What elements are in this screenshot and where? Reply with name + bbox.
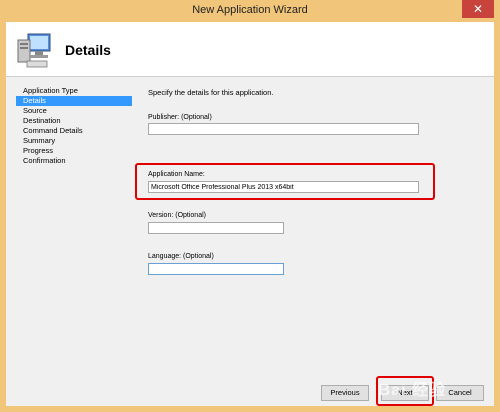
- title-bar: New Application Wizard ✕: [0, 0, 500, 22]
- nav-step-destination[interactable]: Destination: [16, 116, 132, 126]
- language-input[interactable]: [148, 263, 284, 275]
- language-label: Language: (Optional): [148, 253, 214, 260]
- nav-step-progress[interactable]: Progress: [16, 146, 132, 156]
- nav-step-summary[interactable]: Summary: [16, 136, 132, 146]
- close-button[interactable]: ✕: [462, 0, 494, 18]
- watermark: Bai 经验: [378, 382, 446, 399]
- page-title: Details: [65, 42, 111, 58]
- nav-step-details[interactable]: Details: [16, 96, 132, 106]
- version-label: Version: (Optional): [148, 212, 206, 219]
- previous-button[interactable]: Previous: [321, 385, 369, 401]
- application-name-input[interactable]: [148, 181, 419, 193]
- wizard-header: Details: [6, 22, 494, 77]
- publisher-label: Publisher: (Optional): [148, 114, 212, 121]
- nav-step-confirmation[interactable]: Confirmation: [16, 156, 132, 166]
- version-input[interactable]: [148, 222, 284, 234]
- nav-step-command-details[interactable]: Command Details: [16, 126, 132, 136]
- publisher-input[interactable]: [148, 123, 419, 135]
- details-form: Specify the details for this application…: [135, 86, 448, 378]
- application-name-label: Application Name:: [148, 171, 205, 178]
- computer-icon: [17, 33, 51, 68]
- form-intro-text: Specify the details for this application…: [148, 88, 274, 97]
- wizard-client: Details Application Type Details Source …: [6, 22, 494, 406]
- window-title: New Application Wizard: [192, 4, 308, 16]
- nav-step-application-type[interactable]: Application Type: [16, 86, 132, 96]
- wizard-steps-nav: Application Type Details Source Destinat…: [16, 86, 132, 378]
- nav-step-source[interactable]: Source: [16, 106, 132, 116]
